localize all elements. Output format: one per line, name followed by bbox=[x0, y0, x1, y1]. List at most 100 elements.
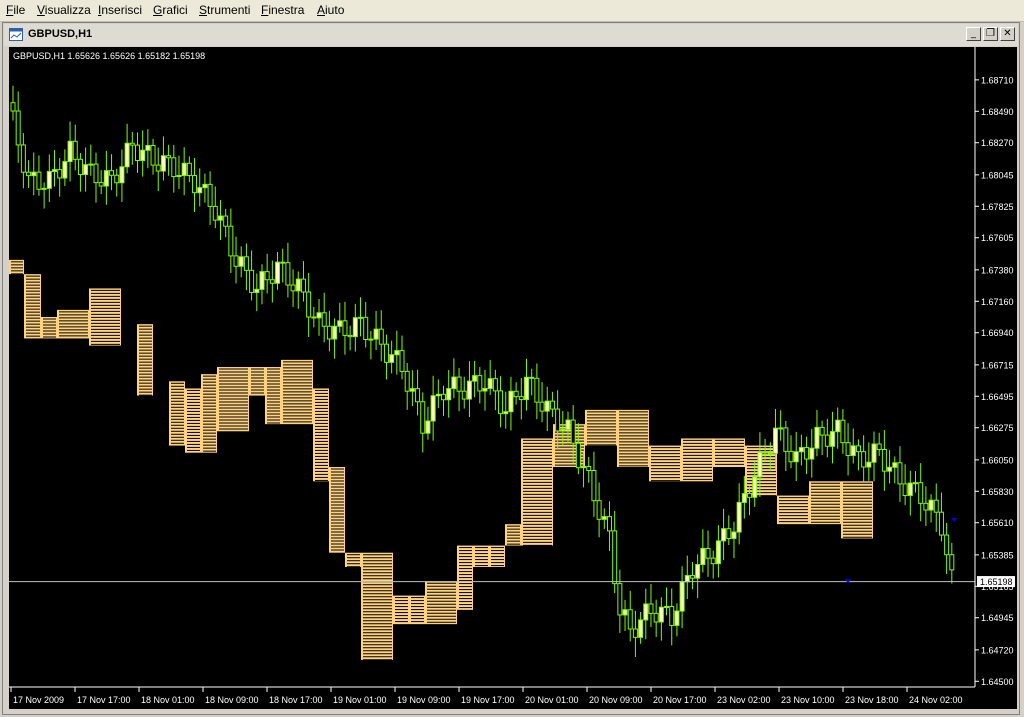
candle-body bbox=[119, 166, 125, 184]
candle-body bbox=[492, 378, 498, 392]
price-tick-label: 1.67160 bbox=[981, 297, 1014, 307]
candle-body bbox=[363, 316, 369, 340]
candle-body bbox=[622, 609, 628, 616]
price-tick-label: 1.66715 bbox=[981, 360, 1014, 370]
candle-body bbox=[254, 288, 260, 293]
candle-body bbox=[710, 557, 716, 565]
candle-body bbox=[31, 171, 37, 177]
time-tick-label: 18 Nov 01:00 bbox=[141, 695, 195, 705]
minimize-button[interactable]: _ bbox=[966, 27, 981, 41]
candle-body bbox=[949, 554, 955, 571]
candle-body bbox=[762, 451, 768, 454]
candle-body bbox=[41, 187, 47, 190]
candle-body bbox=[15, 110, 21, 146]
price-tick-label: 1.68490 bbox=[981, 107, 1014, 117]
candle-body bbox=[534, 377, 540, 403]
price-tick-label: 1.68270 bbox=[981, 138, 1014, 148]
candle-body bbox=[347, 334, 353, 338]
profile-block bbox=[681, 438, 713, 482]
candle-body bbox=[290, 284, 296, 292]
candle-body bbox=[892, 462, 898, 468]
profile-block bbox=[521, 438, 553, 546]
price-chart[interactable]: 1.68710 1.68490 1.68270 1.68045 1.67825 1.676… bbox=[9, 47, 1017, 709]
candle-body bbox=[238, 256, 244, 267]
candle-body bbox=[835, 419, 841, 433]
menu-inserisci[interactable]: Inserisci bbox=[98, 3, 142, 17]
candle-body bbox=[612, 530, 618, 585]
candle-body bbox=[415, 388, 421, 403]
menu-finestra[interactable]: Finestra bbox=[261, 3, 304, 17]
candle-body bbox=[466, 380, 472, 400]
candle-body bbox=[944, 534, 950, 556]
candle-body bbox=[772, 427, 778, 454]
menu-file[interactable]: File bbox=[6, 3, 25, 17]
candle-body bbox=[409, 388, 415, 392]
price-tick-label: 1.64945 bbox=[981, 613, 1014, 623]
candle-body bbox=[368, 338, 374, 341]
candle-body bbox=[658, 606, 664, 623]
candle-body bbox=[243, 256, 249, 271]
menu-strumenti[interactable]: Strumenti bbox=[199, 3, 250, 17]
candle-body bbox=[736, 501, 742, 533]
menu-visualizza[interactable]: Visualizza bbox=[37, 3, 91, 17]
candle-body bbox=[441, 393, 447, 401]
candle-body bbox=[586, 465, 592, 471]
candle-body bbox=[181, 162, 187, 177]
candle-body bbox=[332, 325, 338, 340]
candle-body bbox=[824, 434, 830, 447]
candle-body bbox=[617, 583, 623, 616]
window-title: GBPUSD,H1 bbox=[28, 28, 93, 40]
candle-body bbox=[72, 140, 78, 160]
candle-body bbox=[207, 183, 213, 207]
candle-body bbox=[518, 396, 524, 401]
candle-body bbox=[700, 547, 706, 566]
profile-block bbox=[361, 552, 393, 660]
candle-body bbox=[275, 261, 281, 284]
candle-body bbox=[134, 144, 140, 162]
candle-body bbox=[93, 163, 99, 184]
candle-body bbox=[529, 376, 535, 379]
chart-window-icon bbox=[9, 28, 23, 41]
candle-body bbox=[721, 528, 727, 542]
candle-body bbox=[425, 420, 431, 434]
candle-body bbox=[830, 431, 836, 447]
candle-body bbox=[648, 603, 654, 614]
candle-body bbox=[581, 465, 587, 469]
menu-bar: File Visualizza Inserisci Grafici Strume… bbox=[0, 0, 1024, 22]
candle-body bbox=[306, 291, 312, 318]
candle-body bbox=[202, 183, 208, 189]
time-tick-label: 23 Nov 18:00 bbox=[845, 695, 899, 705]
candle-body bbox=[902, 483, 908, 497]
candle-body bbox=[689, 575, 695, 579]
candle-body bbox=[819, 426, 825, 436]
candle-body bbox=[77, 158, 83, 176]
chart-background bbox=[9, 47, 1017, 709]
candle-body bbox=[814, 426, 820, 449]
bid-price-label: 1.65198 bbox=[980, 577, 1013, 587]
price-tick-label: 1.68710 bbox=[981, 75, 1014, 85]
candle-body bbox=[98, 182, 104, 187]
candle-body bbox=[394, 350, 400, 356]
price-tick-label: 1.64720 bbox=[981, 645, 1014, 655]
window-title-bar[interactable]: GBPUSD,H1 _ ❐ ✕ bbox=[4, 24, 1018, 46]
candle-body bbox=[389, 354, 395, 363]
candle-body bbox=[539, 401, 545, 412]
candle-body bbox=[326, 325, 332, 340]
candle-body bbox=[249, 269, 255, 293]
candle-body bbox=[897, 462, 903, 485]
restore-button[interactable]: ❐ bbox=[983, 27, 998, 41]
menu-grafici[interactable]: Grafici bbox=[153, 3, 188, 17]
menu-aiuto[interactable]: Aiuto bbox=[317, 3, 344, 17]
price-tick-label: 1.68045 bbox=[981, 170, 1014, 180]
candle-body bbox=[907, 482, 913, 497]
candle-body bbox=[311, 316, 317, 319]
time-tick-label: 19 Nov 01:00 bbox=[333, 695, 387, 705]
time-tick-label: 19 Nov 17:00 bbox=[461, 695, 515, 705]
time-tick-label: 18 Nov 17:00 bbox=[269, 695, 323, 705]
candle-body bbox=[46, 170, 52, 189]
close-button[interactable]: ✕ bbox=[1000, 27, 1015, 41]
candle-body bbox=[472, 375, 478, 382]
price-tick-label: 1.65610 bbox=[981, 518, 1014, 528]
candle-body bbox=[197, 187, 203, 194]
candle-body bbox=[399, 350, 405, 372]
